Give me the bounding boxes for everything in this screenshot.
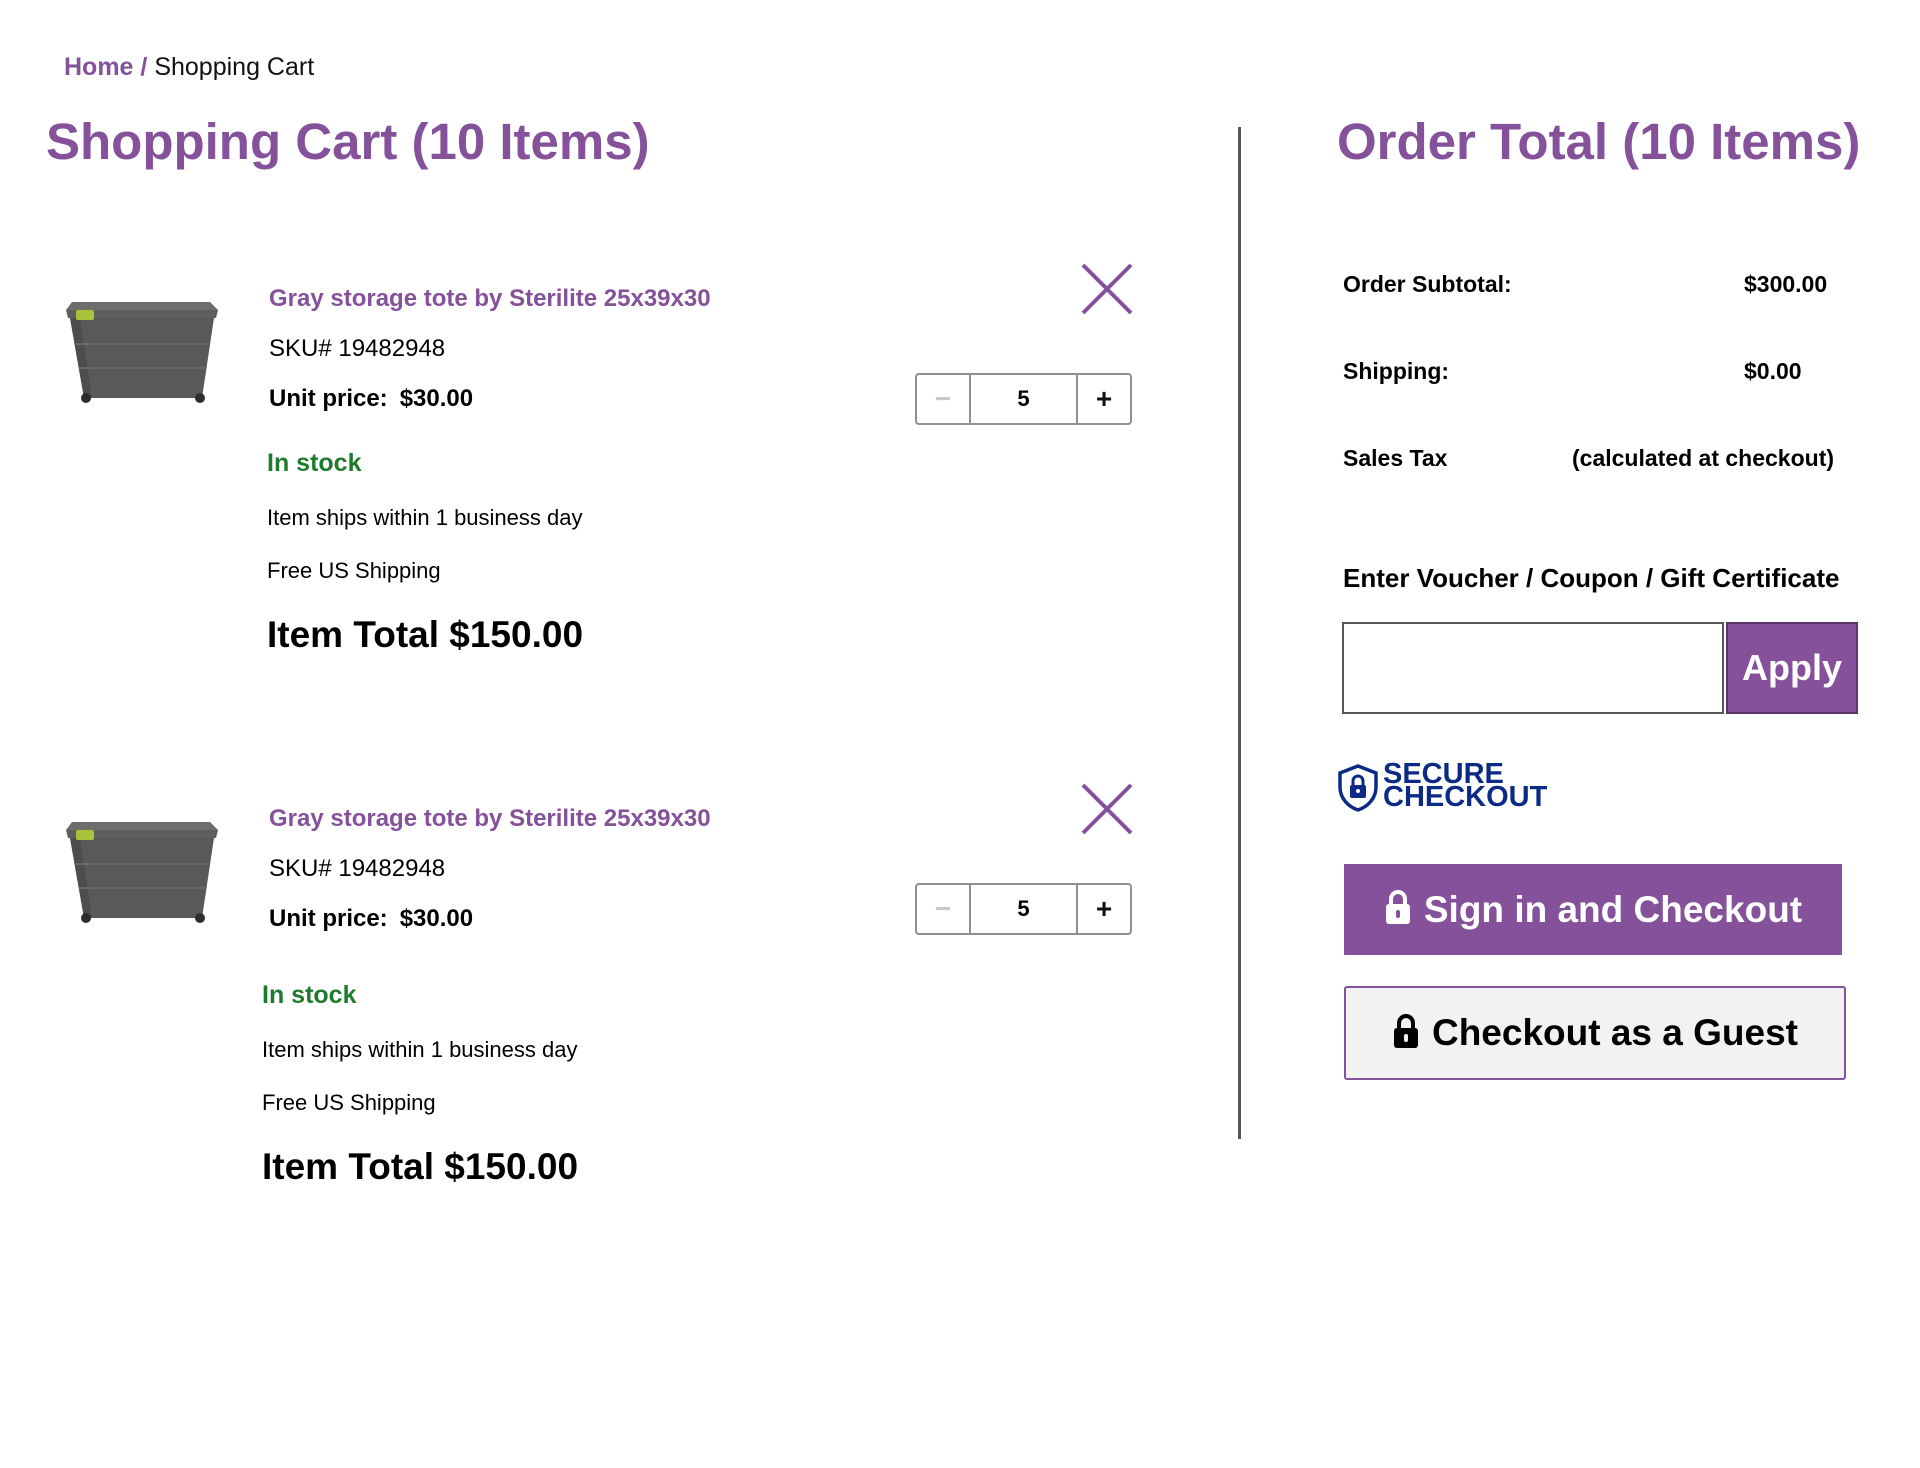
sign-in-checkout-label: Sign in and Checkout [1423, 888, 1803, 930]
quantity-decrease-button[interactable]: − [917, 885, 971, 933]
column-divider [1238, 127, 1241, 1139]
breadcrumb-separator: / [140, 53, 148, 81]
unit-price-value: $30.00 [399, 905, 474, 932]
cart-item: Gray storage tote by Sterilite 25x39x30 … [0, 770, 1180, 1190]
quantity-value[interactable]: 5 [971, 375, 1076, 423]
sales-tax-value: (calculated at checkout) [1572, 445, 1835, 471]
cart-item: Gray storage tote by Sterilite 25x39x30 … [0, 250, 1180, 670]
lock-icon [1384, 889, 1412, 934]
secure-checkout-text: SECURE CHECKOUT [1383, 760, 1548, 813]
storage-tote-image[interactable] [62, 808, 222, 928]
checkout-line: CHECKOUT [1383, 781, 1548, 813]
breadcrumb: Home / Shopping Cart [64, 52, 314, 82]
apply-voucher-button[interactable]: Apply [1726, 622, 1858, 714]
shipping-value: $0.00 [1744, 358, 1802, 384]
sales-tax-label: Sales Tax [1343, 445, 1448, 471]
shield-lock-icon [1338, 764, 1378, 812]
shipping-label: Shipping: [1343, 358, 1450, 384]
order-subtotal-label: Order Subtotal: [1343, 271, 1512, 297]
shopping-cart-page: Home / Shopping Cart Shopping Cart (10 I… [0, 0, 1920, 1468]
ships-within-note: Item ships within 1 business day [267, 505, 583, 530]
storage-tote-image[interactable] [62, 288, 222, 408]
unit-price-label: Unit price: [269, 905, 388, 932]
breadcrumb-home-link[interactable]: Home [64, 53, 133, 81]
quantity-increase-button[interactable]: + [1076, 375, 1130, 423]
guest-checkout-button[interactable]: Checkout as a Guest [1344, 986, 1846, 1080]
free-shipping-note: Free US Shipping [262, 1090, 436, 1115]
stock-status: In stock [262, 981, 357, 1009]
breadcrumb-current: Shopping Cart [154, 53, 315, 81]
unit-price: Unit price: $30.00 [269, 904, 473, 934]
unit-price: Unit price: $30.00 [269, 384, 473, 414]
quantity-stepper: − 5 + [915, 883, 1132, 935]
product-sku: SKU# 19482948 [269, 335, 446, 362]
item-total: Item Total $150.00 [267, 614, 584, 655]
product-name-link[interactable]: Gray storage tote by Sterilite 25x39x30 [269, 284, 711, 314]
cart-title: Shopping Cart (10 Items) [46, 113, 650, 170]
product-sku: SKU# 19482948 [269, 855, 446, 882]
ships-within-note: Item ships within 1 business day [262, 1037, 578, 1062]
quantity-decrease-button[interactable]: − [917, 375, 971, 423]
order-subtotal-value: $300.00 [1744, 271, 1828, 297]
quantity-increase-button[interactable]: + [1076, 885, 1130, 933]
close-icon[interactable] [1080, 262, 1134, 316]
close-icon[interactable] [1080, 782, 1134, 836]
free-shipping-note: Free US Shipping [267, 558, 441, 583]
order-total-title: Order Total (10 Items) [1337, 113, 1861, 170]
product-name-link[interactable]: Gray storage tote by Sterilite 25x39x30 [269, 804, 711, 834]
quantity-value[interactable]: 5 [971, 885, 1076, 933]
guest-checkout-label: Checkout as a Guest [1431, 1012, 1798, 1053]
voucher-label: Enter Voucher / Coupon / Gift Certificat… [1343, 563, 1840, 593]
sign-in-checkout-button[interactable]: Sign in and Checkout [1344, 864, 1842, 955]
unit-price-value: $30.00 [399, 385, 474, 412]
quantity-stepper: − 5 + [915, 373, 1132, 425]
unit-price-label: Unit price: [269, 385, 388, 412]
lock-icon [1392, 1013, 1420, 1058]
item-total: Item Total $150.00 [262, 1146, 579, 1187]
stock-status: In stock [267, 449, 362, 477]
voucher-input[interactable] [1342, 622, 1724, 714]
